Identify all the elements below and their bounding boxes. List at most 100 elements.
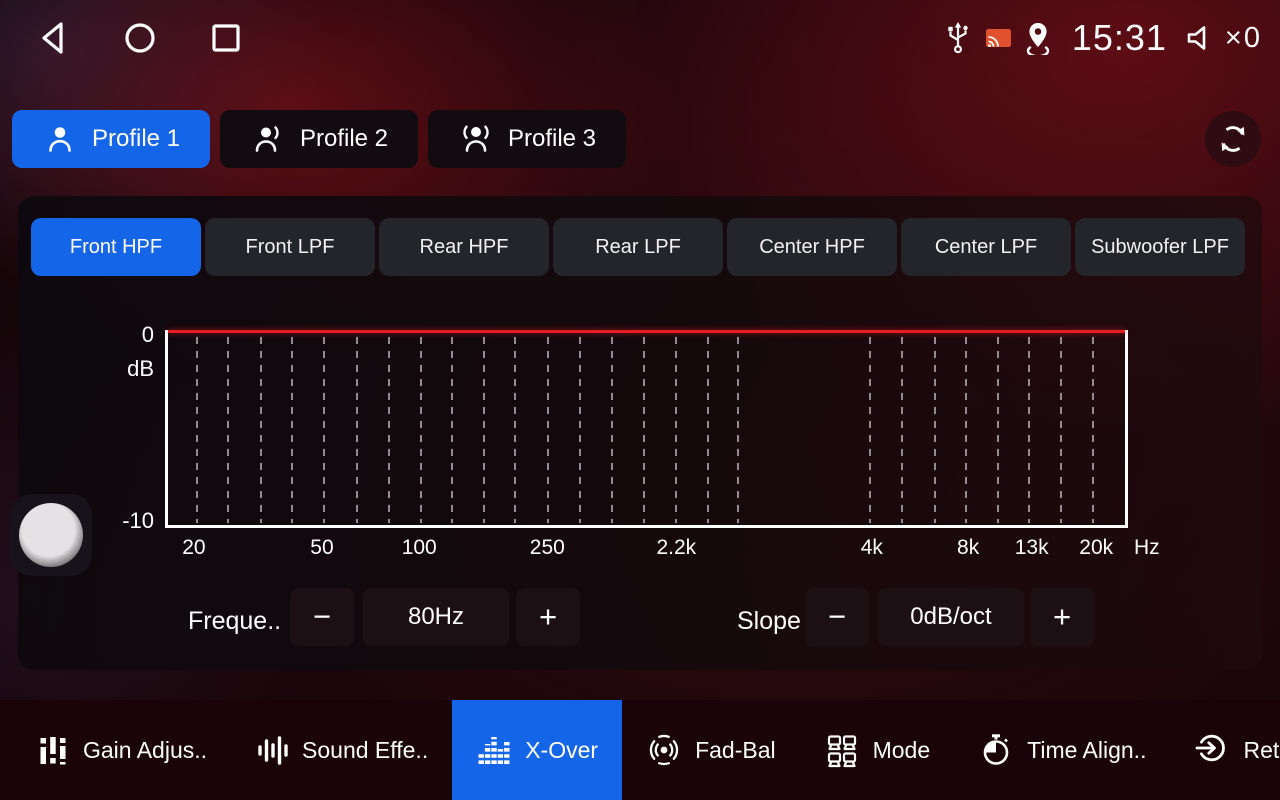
profile-user-3-icon xyxy=(458,121,494,157)
home-button[interactable] xyxy=(120,18,160,58)
home-icon xyxy=(120,18,160,58)
mode-speakers-icon xyxy=(824,732,860,768)
bottom-nav: Gain Adjus.. Sound Effe.. X-Over Fad-Bal Mod… xyxy=(0,700,1280,800)
volume-level: ×0 xyxy=(1225,22,1262,55)
y-axis-tick-min: -10 xyxy=(106,508,154,534)
profile-tab-label: Profile 2 xyxy=(300,125,388,153)
nav-item-time-align[interactable]: Time Align.. xyxy=(954,700,1170,800)
sync-refresh-icon xyxy=(1214,120,1252,158)
nav-item-label: X-Over xyxy=(525,737,598,764)
x-axis-tick-100: 100 xyxy=(402,536,437,560)
chart-gridline xyxy=(869,337,871,523)
chart-gridline xyxy=(737,337,739,523)
nav-item-fad-bal[interactable]: Fad-Bal xyxy=(622,700,800,800)
profile-buttons: Profile 1 Profile 2 Profile 3 xyxy=(12,110,626,168)
chart-gridline xyxy=(579,337,581,523)
xover-equalizer-icon xyxy=(476,732,512,768)
frequency-plus-button[interactable]: + xyxy=(516,588,580,646)
chart-gridline xyxy=(227,337,229,523)
time-alignment-icon xyxy=(978,732,1014,768)
x-axis-tick-13k: 13k xyxy=(1015,536,1049,560)
nav-item-label: Time Align.. xyxy=(1027,737,1146,764)
chart-gridline xyxy=(514,337,516,523)
profile-user-1-icon xyxy=(42,121,78,157)
x-axis-tick-2-2k: 2.2k xyxy=(656,536,696,560)
profile-tab-2[interactable]: Profile 2 xyxy=(220,110,418,168)
chart-gridline xyxy=(1060,337,1062,523)
profile-tab-label: Profile 1 xyxy=(92,125,180,153)
x-axis-tick-250: 250 xyxy=(530,536,565,560)
filter-tab-subwoofer-lpf[interactable]: Subwoofer LPF xyxy=(1075,218,1245,276)
frequency-minus-button[interactable]: − xyxy=(290,588,354,646)
x-axis-tick-20k: 20k xyxy=(1079,536,1113,560)
nav-item-label: Return xyxy=(1243,737,1280,764)
nav-item-label: Fad-Bal xyxy=(695,737,776,764)
chart-gridline xyxy=(965,337,967,523)
sound-effects-icon xyxy=(255,733,289,767)
back-button[interactable] xyxy=(34,18,74,58)
back-icon xyxy=(34,18,74,58)
chart-gridline xyxy=(260,337,262,523)
slope-minus-button[interactable]: − xyxy=(805,588,869,646)
usb-icon xyxy=(943,20,973,56)
x-axis-tick-4k: 4k xyxy=(861,536,883,560)
y-axis-unit-label: dB xyxy=(106,356,154,382)
chart-gridline xyxy=(451,337,453,523)
chart-gridline xyxy=(997,337,999,523)
chart-gridline xyxy=(611,337,613,523)
profile-user-2-icon xyxy=(250,121,286,157)
chart-gridline xyxy=(420,337,422,523)
nav-item-sound-effe[interactable]: Sound Effe.. xyxy=(231,700,452,800)
slope-plus-button[interactable]: + xyxy=(1030,588,1094,646)
y-axis-tick-0: 0 xyxy=(106,322,154,348)
response-curve xyxy=(168,330,1125,333)
profile-tab-1[interactable]: Profile 1 xyxy=(12,110,210,168)
frequency-label: Freque.. xyxy=(188,592,281,650)
recents-button[interactable] xyxy=(206,18,246,58)
chart-gridline xyxy=(196,337,198,523)
nav-item-x-over[interactable]: X-Over xyxy=(452,700,622,800)
chart-gridline xyxy=(901,337,903,523)
location-icon xyxy=(1024,21,1052,55)
chart-gridline xyxy=(356,337,358,523)
profile-tab-3[interactable]: Profile 3 xyxy=(428,110,626,168)
filter-tab-rear-lpf[interactable]: Rear LPF xyxy=(553,218,723,276)
x-axis-ticks: 20 50 100 250 2.2k 4k 8k 13k 20k xyxy=(165,536,1128,564)
fader-balance-icon xyxy=(646,732,682,768)
chart-gridline xyxy=(1028,337,1030,523)
filter-tab-front-hpf[interactable]: Front HPF xyxy=(31,218,201,276)
frequency-value: 80Hz xyxy=(363,588,509,646)
x-axis-unit-label: Hz xyxy=(1134,536,1160,560)
slope-value: 0dB/oct xyxy=(878,588,1024,646)
filter-tab-center-lpf[interactable]: Center LPF xyxy=(901,218,1071,276)
x-axis-tick-20: 20 xyxy=(182,536,205,560)
xover-panel: Front HPFFront LPFRear HPFRear LPFCenter… xyxy=(18,196,1262,670)
filter-tab-row: Front HPFFront LPFRear HPFRear LPFCenter… xyxy=(31,218,1245,276)
gain-adjust-icon xyxy=(36,733,70,767)
status-icons: 15:31 ×0 xyxy=(943,17,1262,59)
chart-gridline xyxy=(707,337,709,523)
refresh-button[interactable] xyxy=(1205,111,1261,167)
filter-tab-center-hpf[interactable]: Center HPF xyxy=(727,218,897,276)
nav-item-label: Mode xyxy=(873,737,931,764)
chart-gridline xyxy=(643,337,645,523)
chart-gridline xyxy=(675,337,677,523)
slope-label: Slope xyxy=(737,592,801,650)
volume-knob[interactable] xyxy=(10,494,92,576)
chart-gridline xyxy=(323,337,325,523)
status-bar: 15:31 ×0 xyxy=(0,0,1280,76)
cast-icon xyxy=(985,28,1012,49)
chart-gridline xyxy=(291,337,293,523)
nav-item-return[interactable]: Return xyxy=(1170,700,1280,800)
filter-tab-front-lpf[interactable]: Front LPF xyxy=(205,218,375,276)
nav-item-mode[interactable]: Mode xyxy=(800,700,955,800)
filter-tab-rear-hpf[interactable]: Rear HPF xyxy=(379,218,549,276)
crossover-chart xyxy=(165,330,1128,528)
nav-item-label: Sound Effe.. xyxy=(302,737,428,764)
nav-item-gain-adjus[interactable]: Gain Adjus.. xyxy=(12,700,231,800)
chart-gridline xyxy=(547,337,549,523)
volume-muted-icon[interactable] xyxy=(1185,21,1213,55)
x-axis-tick-8k: 8k xyxy=(957,536,979,560)
profile-tab-label: Profile 3 xyxy=(508,125,596,153)
x-axis-tick-50: 50 xyxy=(310,536,333,560)
